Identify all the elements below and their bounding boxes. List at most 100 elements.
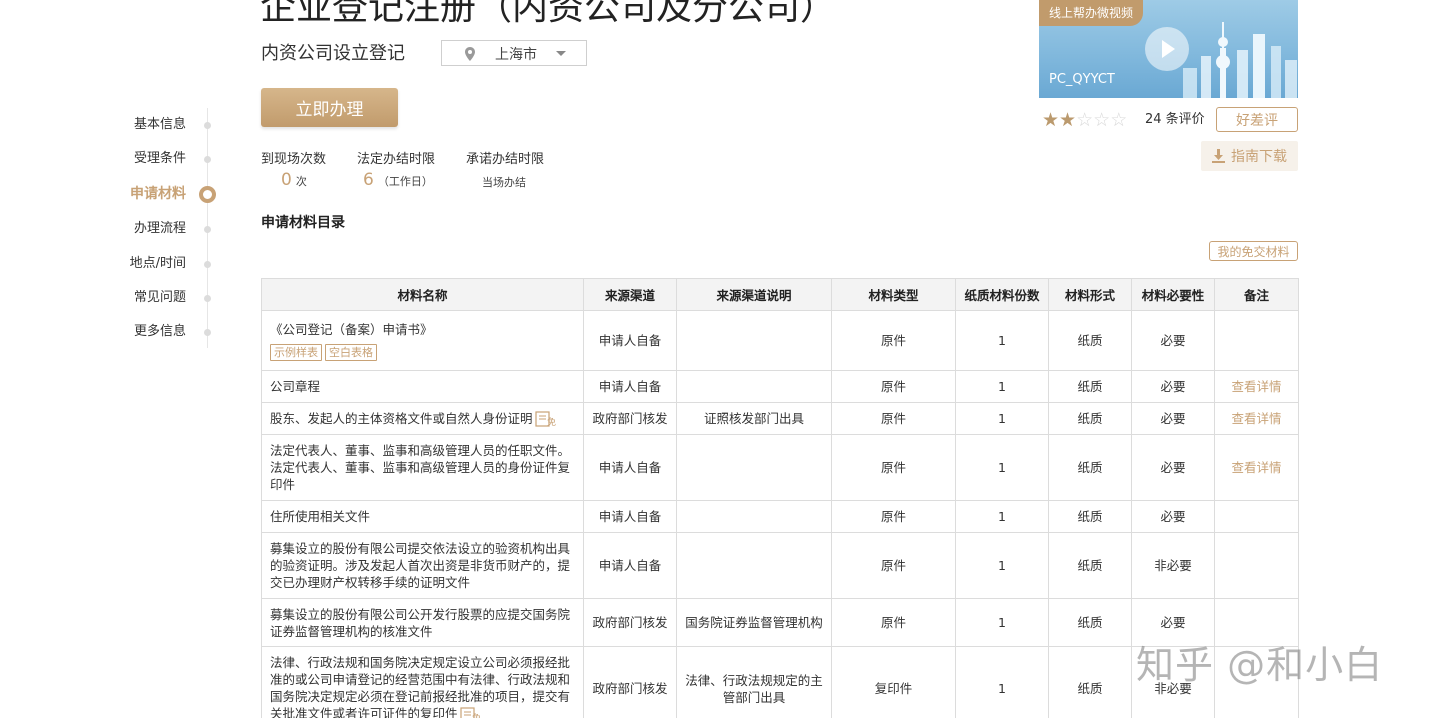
type-cell: 原件 <box>831 434 956 501</box>
material-name: 募集设立的股份有限公司提交依法设立的验资机构出具的验资证明。涉及发起人首次出资是… <box>261 532 584 599</box>
source-cell: 申请人自备 <box>583 434 677 501</box>
copies-cell: 1 <box>955 310 1049 371</box>
source-cell: 政府部门核发 <box>583 598 677 647</box>
nav-item-materials[interactable]: 申请材料 <box>110 184 220 204</box>
material-name-cell: 法律、行政法规和国务院决定规定设立公司必须报经批准的或公司申请登记的经营范围中有… <box>261 646 584 718</box>
video-thumbnail[interactable]: 线上帮办微视频 PC_QYYCT <box>1039 0 1298 98</box>
remark-cell: 查看详情 <box>1214 402 1299 435</box>
nav-item-process[interactable]: 办理流程 <box>110 219 220 239</box>
necessity-cell: 非必要 <box>1131 532 1215 599</box>
column-header: 材料名称 <box>261 278 584 311</box>
source-cell: 申请人自备 <box>583 310 677 371</box>
download-icon <box>1212 149 1225 163</box>
form-cell: 纸质 <box>1048 500 1132 533</box>
table-header-row: 材料名称 来源渠道 来源渠道说明 材料类型 纸质材料份数 材料形式 材料必要性 … <box>261 278 1299 311</box>
remark-cell: 查看详情 <box>1214 434 1299 501</box>
necessity-cell: 必要 <box>1131 310 1215 371</box>
material-name: 股东、发起人的主体资格文件或自然人身份证明 <box>270 410 533 426</box>
form-cell: 纸质 <box>1048 646 1132 718</box>
review-button[interactable]: 好差评 <box>1216 107 1298 132</box>
column-header: 材料类型 <box>831 278 956 311</box>
source-desc-cell <box>676 532 832 599</box>
svg-text:免: 免 <box>547 416 556 427</box>
stat-promised-limit: 承诺办结时限 当场办结 <box>466 148 545 189</box>
material-name: 《公司登记（备案）申请书》 <box>270 321 433 337</box>
stat-label: 承诺办结时限 <box>466 152 545 167</box>
view-details-link[interactable]: 查看详情 <box>1231 411 1281 426</box>
region-value: 上海市 <box>495 47 537 63</box>
type-cell: 原件 <box>831 310 956 371</box>
nav-dot <box>204 122 211 129</box>
star-filled-icon: ★ <box>1042 109 1060 131</box>
video-code: PC_QYYCT <box>1049 72 1115 87</box>
sample-form-tag[interactable]: 示例样表 <box>270 343 322 361</box>
star-empty-icon: ☆ <box>1093 109 1111 131</box>
nav-dot <box>204 226 211 233</box>
exempt-document-icon[interactable]: 免 <box>459 707 482 718</box>
source-cell: 政府部门核发 <box>583 646 677 718</box>
guide-download-button[interactable]: 指南下载 <box>1201 141 1298 171</box>
nav-dot <box>204 156 211 163</box>
watermark: 知乎 @和小白 <box>1136 643 1384 687</box>
copies-cell: 1 <box>955 598 1049 647</box>
view-details-link[interactable]: 查看详情 <box>1231 460 1281 475</box>
remark-cell <box>1214 500 1299 533</box>
nav-item-more[interactable]: 更多信息 <box>110 322 220 342</box>
column-header: 来源渠道说明 <box>676 278 832 311</box>
side-nav: 基本信息 受理条件 申请材料 办理流程 地点/时间 常见问题 更多信息 <box>110 108 220 348</box>
chevron-down-icon <box>556 51 566 56</box>
section-title: 申请材料目录 <box>261 215 345 231</box>
nav-dot <box>204 295 211 302</box>
star-filled-icon: ★ <box>1059 109 1077 131</box>
page-title: 企业登记注册（内资公司及分公司） <box>260 0 837 28</box>
source-desc-cell <box>676 370 832 403</box>
type-cell: 原件 <box>831 370 956 403</box>
material-name-cell: 《公司登记（备案）申请书》 示例样表 空白表格 <box>261 310 584 371</box>
type-cell: 原件 <box>831 402 956 435</box>
material-name: 法律、行政法规和国务院决定规定设立公司必须报经批准的或公司申请登记的经营范围中有… <box>270 655 571 718</box>
video-tag: 线上帮办微视频 <box>1039 0 1144 26</box>
type-cell: 原件 <box>831 598 956 647</box>
nav-dot <box>204 261 211 268</box>
nav-item-basic-info[interactable]: 基本信息 <box>110 115 220 135</box>
stat-value: 0次 <box>281 170 307 190</box>
copies-cell: 1 <box>955 370 1049 403</box>
city-skyline-illustration <box>1183 22 1297 98</box>
apply-now-button[interactable]: 立即办理 <box>261 88 398 127</box>
copies-cell: 1 <box>955 646 1049 718</box>
nav-item-conditions[interactable]: 受理条件 <box>110 149 220 169</box>
nav-item-faq[interactable]: 常见问题 <box>110 288 220 308</box>
exempt-document-icon[interactable]: 免 <box>534 411 557 427</box>
necessity-cell: 必要 <box>1131 500 1215 533</box>
type-cell: 原件 <box>831 500 956 533</box>
material-name-cell: 股东、发起人的主体资格文件或自然人身份证明 免 <box>261 402 584 435</box>
stat-legal-limit: 法定办结时限 6 （工作日） <box>357 148 435 190</box>
star-rating: ★ ★ ☆ ☆ ☆ <box>1042 109 1127 131</box>
blank-form-tag[interactable]: 空白表格 <box>325 343 377 361</box>
form-cell: 纸质 <box>1048 532 1132 599</box>
region-select[interactable]: 上海市 <box>441 40 587 66</box>
nav-dot-active <box>199 186 216 203</box>
copies-cell: 1 <box>955 532 1049 599</box>
table-row: 法定代表人、董事、监事和高级管理人员的任职文件。法定代表人、董事、监事和高级管理… <box>261 434 1299 501</box>
remark-cell: 查看详情 <box>1214 370 1299 403</box>
source-cell: 申请人自备 <box>583 532 677 599</box>
table-row: 募集设立的股份有限公司提交依法设立的验资机构出具的验资证明。涉及发起人首次出资是… <box>261 532 1299 599</box>
source-desc-cell <box>676 500 832 533</box>
source-cell: 政府部门核发 <box>583 402 677 435</box>
view-details-link[interactable]: 查看详情 <box>1231 379 1281 394</box>
my-exempt-materials-button[interactable]: 我的免交材料 <box>1209 241 1298 261</box>
play-icon[interactable] <box>1145 27 1189 71</box>
material-name: 公司章程 <box>261 370 584 403</box>
table-row: 《公司登记（备案）申请书》 示例样表 空白表格 申请人自备 原件 1 纸质 必要 <box>261 310 1299 371</box>
table-row: 公司章程 申请人自备 原件 1 纸质 必要 查看详情 <box>261 370 1299 403</box>
table-row: 股东、发起人的主体资格文件或自然人身份证明 免 政府部门核发 证照核发部门出具 原… <box>261 402 1299 435</box>
source-desc-cell <box>676 434 832 501</box>
form-cell: 纸质 <box>1048 310 1132 371</box>
stat-value: 6 （工作日） <box>363 170 433 190</box>
copies-cell: 1 <box>955 434 1049 501</box>
source-desc-cell: 证照核发部门出具 <box>676 402 832 435</box>
nav-item-location[interactable]: 地点/时间 <box>110 254 220 274</box>
form-cell: 纸质 <box>1048 434 1132 501</box>
form-cell: 纸质 <box>1048 402 1132 435</box>
